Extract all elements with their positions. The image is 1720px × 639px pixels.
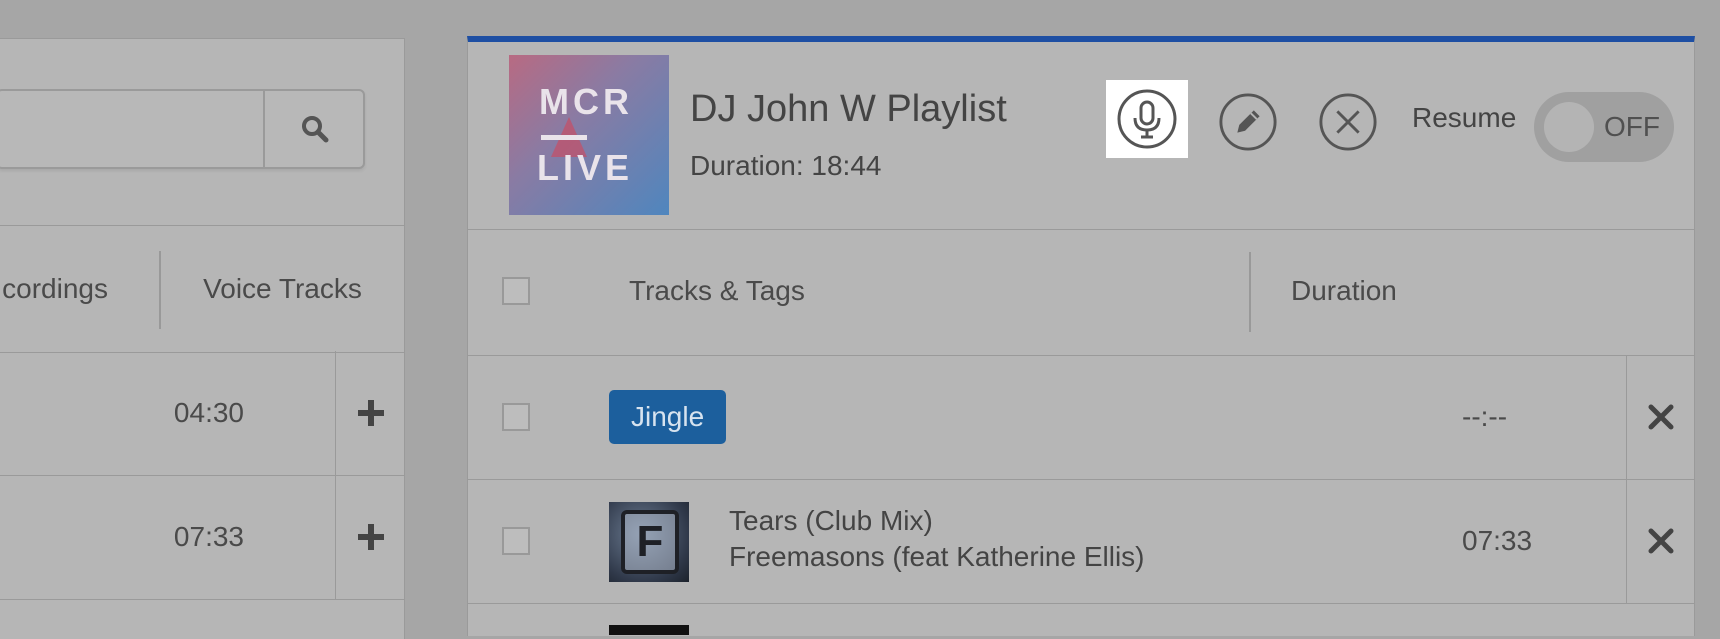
edit-playlist-button[interactable] <box>1218 92 1278 152</box>
library-tabs: cordings Voice Tracks <box>0 225 404 353</box>
tab-recordings[interactable]: cordings <box>0 226 160 352</box>
tab-voice-tracks[interactable]: Voice Tracks <box>161 226 404 352</box>
pencil-icon <box>1219 93 1277 151</box>
row-checkbox[interactable] <box>502 527 530 555</box>
cover-divider <box>541 135 587 140</box>
record-voice-button[interactable] <box>1106 80 1188 158</box>
jingle-tag[interactable]: Jingle <box>609 390 727 444</box>
playlist-column-header: Tracks & Tags Duration <box>468 229 1694 356</box>
track-title: Tears (Club Mix) <box>729 505 933 536</box>
playlist-row: F Tears (Club Mix) Freemasons (feat Kath… <box>468 479 1694 604</box>
search-button[interactable] <box>263 91 365 167</box>
playlist-title: DJ John W Playlist <box>690 88 1007 130</box>
close-circle-icon <box>1319 93 1377 151</box>
resume-toggle[interactable]: OFF <box>1534 92 1674 162</box>
search-input[interactable] <box>0 91 263 167</box>
toggle-knob <box>1544 102 1594 152</box>
plus-icon <box>357 400 384 426</box>
column-divider <box>1249 252 1251 332</box>
playlist-row: Jingle --:-- <box>468 355 1694 480</box>
row-duration: 07:33 <box>1462 525 1533 556</box>
playlist-duration: Duration: 18:44 <box>690 150 882 181</box>
close-icon <box>1648 404 1674 430</box>
library-row-duration: 07:33 <box>173 521 244 552</box>
remove-row-button[interactable] <box>1626 355 1695 479</box>
playlist-panel: MCR LIVE DJ John W Playlist Duration: 18… <box>467 36 1695 636</box>
library-row: 07:33 <box>0 475 404 600</box>
column-tracks-tags[interactable]: Tracks & Tags <box>629 229 805 353</box>
row-checkbox[interactable] <box>502 403 530 431</box>
resume-label: Resume <box>1412 102 1517 133</box>
library-row-duration: 04:30 <box>173 397 244 428</box>
column-duration[interactable]: Duration <box>1291 229 1397 353</box>
cover-text-top: MCR <box>539 81 633 122</box>
track-artwork: F <box>609 502 689 582</box>
select-all-checkbox[interactable] <box>502 277 530 305</box>
close-playlist-button[interactable] <box>1318 92 1378 152</box>
search-icon <box>302 116 329 143</box>
plus-icon <box>357 524 384 550</box>
remove-row-button[interactable] <box>1626 479 1695 603</box>
microphone-icon <box>1117 89 1177 149</box>
library-panel: cordings Voice Tracks 04:30 07:33 <box>0 38 405 639</box>
playlist-header: MCR LIVE DJ John W Playlist Duration: 18… <box>468 42 1694 230</box>
add-to-playlist-button[interactable] <box>335 351 405 475</box>
search-box <box>0 89 365 169</box>
row-duration: --:-- <box>1462 401 1508 432</box>
library-row: 04:30 <box>0 351 404 476</box>
toggle-state-label: OFF <box>1604 111 1660 142</box>
track-artwork <box>609 625 689 635</box>
track-artwork-letter: F <box>621 510 679 574</box>
cover-text-bottom: LIVE <box>537 147 634 188</box>
track-artist: Freemasons (feat Katherine Ellis) <box>729 541 1145 572</box>
playlist-cover-image: MCR LIVE <box>509 55 669 215</box>
close-icon <box>1648 528 1674 554</box>
add-to-playlist-button[interactable] <box>335 475 405 599</box>
